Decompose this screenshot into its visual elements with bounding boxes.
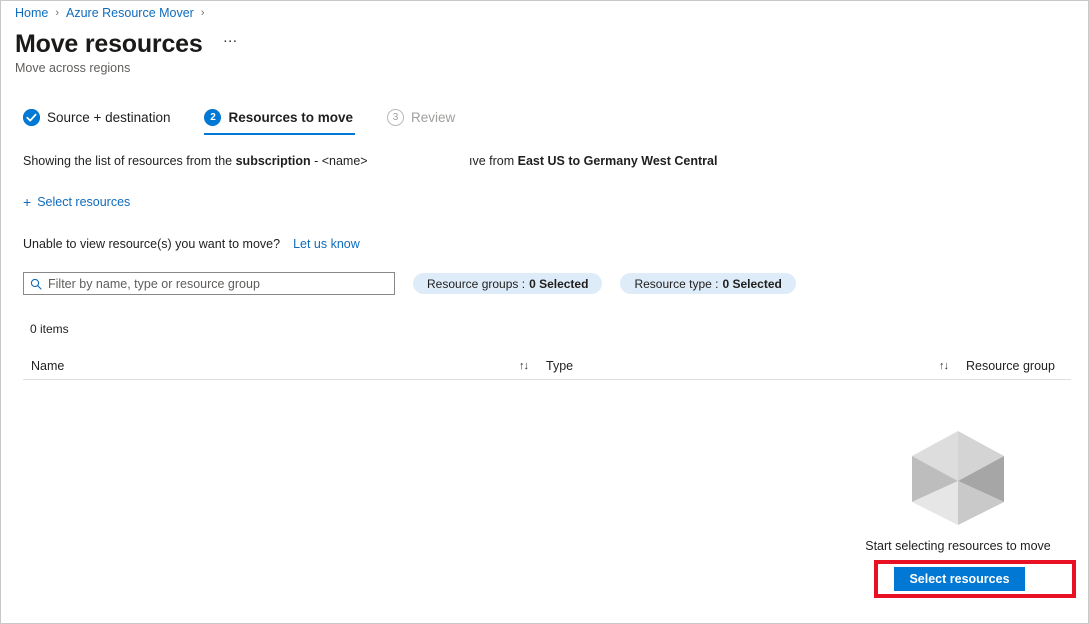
empty-state: Start selecting resources to move [813,428,1088,553]
table-header-row: Name ↑↓ Type ↑↓ Resource group [23,353,1071,380]
table-column-label: Type [546,359,574,373]
subscription-info-text: Showing the list of resources from the s… [23,154,368,168]
wizard-step-resources-to-move[interactable]: 2 Resources to move [204,109,355,135]
subscription-info-suffix: - <name> [310,154,368,168]
plus-icon: + [23,194,32,210]
select-resources-button[interactable]: Select resources [894,567,1025,591]
cube-icon [906,428,1010,528]
wizard-step-review[interactable]: 3 Review [387,109,455,135]
search-icon [30,278,42,290]
more-options-icon[interactable]: … [219,29,244,52]
items-count: 0 items [30,322,69,336]
subscription-info-bold: subscription [235,154,311,168]
breadcrumb-item-azure-resource-mover[interactable]: Azure Resource Mover [66,4,194,22]
table-column-name[interactable]: Name ↑↓ [23,353,538,379]
table-column-resource-group[interactable]: Resource group [958,353,1071,379]
page-title: Move resources [15,30,203,58]
subscription-info-prefix: Showing the list of resources from the [23,154,236,168]
filter-search-box[interactable] [23,272,395,295]
check-icon [23,109,40,126]
filter-pill-value: 0 Selected [529,276,589,291]
filter-pill-label: Resource groups : [427,276,526,291]
wizard-steps: Source + destination 2 Resources to move… [23,109,489,135]
step-number-badge: 2 [204,109,222,126]
page-subtitle: Move across regions [15,61,131,75]
let-us-know-link[interactable]: Let us know [293,237,360,251]
move-region-bold: East US to Germany West Central [517,154,718,168]
filter-pill-resource-type[interactable]: Resource type : 0 Selected [620,273,796,294]
step-number-badge: 3 [387,109,405,126]
chevron-right-icon: › [200,7,205,19]
filter-pill-label: Resource type : [634,276,719,291]
select-resources-command[interactable]: + Select resources [23,195,130,209]
move-region-info-text: ıve from East US to Germany West Central [469,154,717,168]
table-column-label: Resource group [966,359,1055,373]
chevron-right-icon: › [55,7,60,19]
filter-pill-value: 0 Selected [722,276,782,291]
wizard-step-label: Source + destination [47,110,171,125]
wizard-step-source-destination[interactable]: Source + destination [23,109,170,135]
title-row: Move resources … [15,29,243,59]
breadcrumb-item-home[interactable]: Home [15,4,48,22]
sort-icon[interactable]: ↑↓ [519,360,529,372]
sort-icon[interactable]: ↑↓ [939,360,949,372]
filter-pill-resource-groups[interactable]: Resource groups : 0 Selected [413,273,603,294]
select-resources-command-label: Select resources [37,195,131,209]
move-resources-page: Home › Azure Resource Mover › Move resou… [0,0,1089,624]
table-column-label: Name [31,359,65,373]
unable-to-view-notice: Unable to view resource(s) you want to m… [23,237,360,251]
empty-state-message: Start selecting resources to move [865,539,1051,553]
table-column-type[interactable]: Type ↑↓ [538,353,958,379]
breadcrumb: Home › Azure Resource Mover › [15,4,212,22]
search-input[interactable] [48,276,388,291]
move-region-prefix: ıve from [469,154,518,168]
unable-to-view-text: Unable to view resource(s) you want to m… [23,237,281,251]
wizard-step-label: Review [411,110,456,125]
wizard-step-label: Resources to move [228,110,354,125]
filter-row: Resource groups : 0 Selected Resource ty… [23,272,796,295]
resources-table: Name ↑↓ Type ↑↓ Resource group [23,353,1071,380]
